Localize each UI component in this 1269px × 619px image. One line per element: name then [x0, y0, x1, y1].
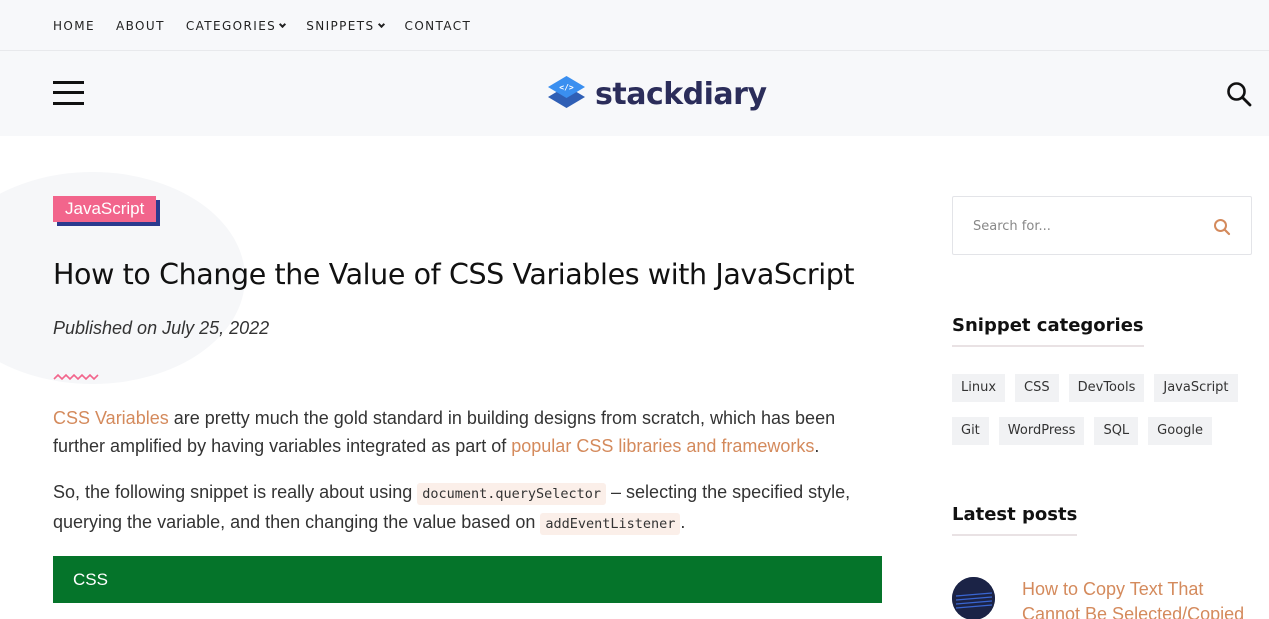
top-navigation: HOME ABOUT CATEGORIES SNIPPETS CONTACT	[0, 0, 1269, 51]
logo-icon: </>	[548, 76, 585, 108]
nav-item-categories[interactable]: CATEGORIES	[185, 19, 287, 33]
article-paragraph-1: CSS Variables are pretty much the gold s…	[53, 405, 883, 460]
tag-git[interactable]: Git	[952, 417, 989, 445]
paragraph-text: .	[680, 511, 686, 532]
page-title: How to Change the Value of CSS Variables…	[53, 258, 855, 291]
hamburger-menu-icon[interactable]	[53, 81, 84, 105]
nav-item-about[interactable]: ABOUT	[116, 19, 165, 33]
published-date: Published on July 25, 2022	[53, 318, 270, 338]
site-header: </> stackdiary	[0, 51, 1269, 136]
nav-item-label: HOME	[53, 19, 96, 33]
inline-code: document.querySelector	[417, 483, 607, 505]
paragraph-text: .	[814, 435, 820, 456]
category-tag-list: Linux CSS DevTools JavaScript Git WordPr…	[952, 374, 1252, 460]
post-thumbnail[interactable]	[952, 577, 995, 619]
sidebar-search-box	[952, 196, 1252, 255]
latest-posts-heading: Latest posts	[952, 504, 1078, 536]
nav-item-label: SNIPPETS	[306, 19, 375, 33]
wavy-divider	[53, 373, 99, 381]
tag-sql[interactable]: SQL	[1094, 417, 1139, 445]
search-icon[interactable]	[1213, 218, 1231, 236]
paragraph-text: So, the following snippet is really abou…	[53, 482, 418, 502]
snippet-categories-heading: Snippet categories	[952, 315, 1144, 347]
tag-wordpress[interactable]: WordPress	[998, 417, 1085, 445]
site-logo[interactable]: </> stackdiary	[548, 76, 767, 112]
latest-post-link[interactable]: How to Copy Text That Cannot Be Selected…	[1022, 577, 1262, 619]
article-paragraph-2: So, the following snippet is really abou…	[53, 479, 883, 538]
tag-google[interactable]: Google	[1148, 417, 1213, 445]
nav-item-snippets[interactable]: SNIPPETS	[306, 19, 385, 33]
svg-text:</>: </>	[559, 83, 574, 92]
chevron-down-icon	[279, 20, 287, 29]
nav-item-home[interactable]: HOME	[53, 19, 95, 33]
css-variables-link[interactable]: CSS Variables	[53, 408, 169, 428]
nav-item-contact[interactable]: CONTACT	[405, 19, 472, 33]
tag-devtools[interactable]: DevTools	[1068, 374, 1145, 402]
code-block-header: CSS	[53, 556, 882, 603]
nav-item-label: ABOUT	[116, 19, 165, 33]
chevron-down-icon	[377, 20, 385, 29]
search-icon[interactable]	[1226, 81, 1252, 107]
css-frameworks-link[interactable]: popular CSS libraries and frameworks	[511, 436, 814, 456]
nav-item-label: CATEGORIES	[185, 19, 277, 33]
top-nav-list: HOME ABOUT CATEGORIES SNIPPETS CONTACT	[53, 19, 492, 33]
tag-css[interactable]: CSS	[1015, 374, 1059, 402]
search-input[interactable]	[973, 215, 1193, 237]
tag-linux[interactable]: Linux	[952, 374, 1006, 402]
nav-item-label: CONTACT	[404, 19, 472, 33]
inline-code: addEventListener	[540, 512, 681, 535]
tag-javascript[interactable]: JavaScript	[1154, 374, 1238, 402]
logo-text: stackdiary	[595, 76, 767, 112]
category-badge[interactable]: JavaScript	[53, 196, 157, 222]
